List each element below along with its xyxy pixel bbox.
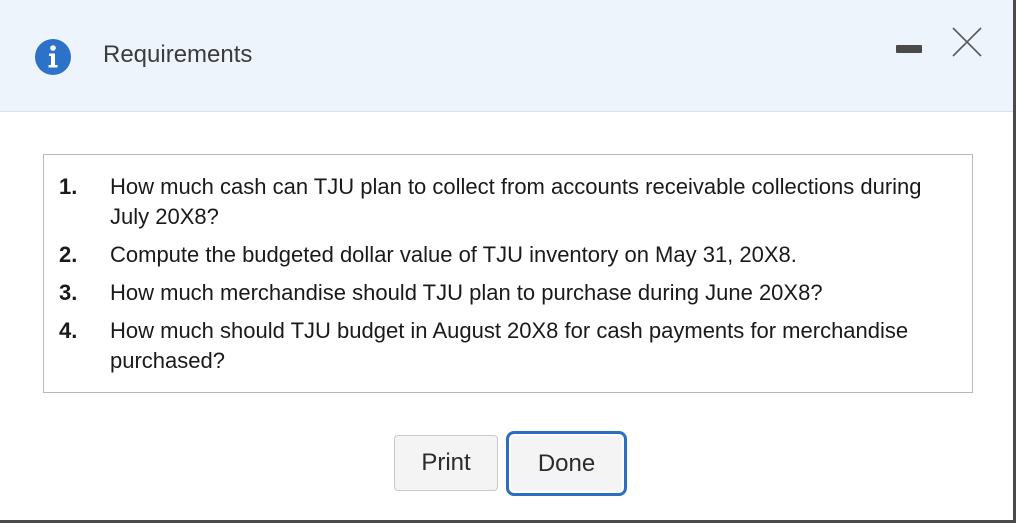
done-button[interactable]: Done (506, 431, 627, 496)
print-button[interactable]: Print (394, 435, 498, 491)
list-item: 3. How much merchandise should TJU plan … (59, 278, 952, 308)
item-number: 2. (59, 242, 78, 267)
requirements-list: 1. How much cash can TJU plan to collect… (59, 172, 952, 384)
item-text: How much merchandise should TJU plan to … (110, 280, 823, 305)
item-number: 1. (59, 174, 78, 199)
item-text: How much should TJU budget in August 20X… (110, 318, 909, 373)
dialog-title: Requirements (103, 41, 253, 68)
dialog-header: Requirements (0, 0, 1013, 112)
minimize-button[interactable] (896, 45, 922, 53)
item-number: 4. (59, 318, 78, 343)
info-icon (35, 39, 71, 75)
requirements-dialog: Requirements 1. How much cash can TJU pl… (0, 0, 1016, 523)
item-text: Compute the budgeted dollar value of TJU… (110, 242, 797, 267)
close-icon[interactable] (951, 26, 983, 58)
list-item: 1. How much cash can TJU plan to collect… (59, 172, 952, 232)
list-item: 4. How much should TJU budget in August … (59, 316, 952, 376)
item-number: 3. (59, 280, 78, 305)
requirements-box: 1. How much cash can TJU plan to collect… (43, 154, 973, 393)
list-item: 2. Compute the budgeted dollar value of … (59, 240, 952, 270)
item-text: How much cash can TJU plan to collect fr… (110, 174, 922, 229)
